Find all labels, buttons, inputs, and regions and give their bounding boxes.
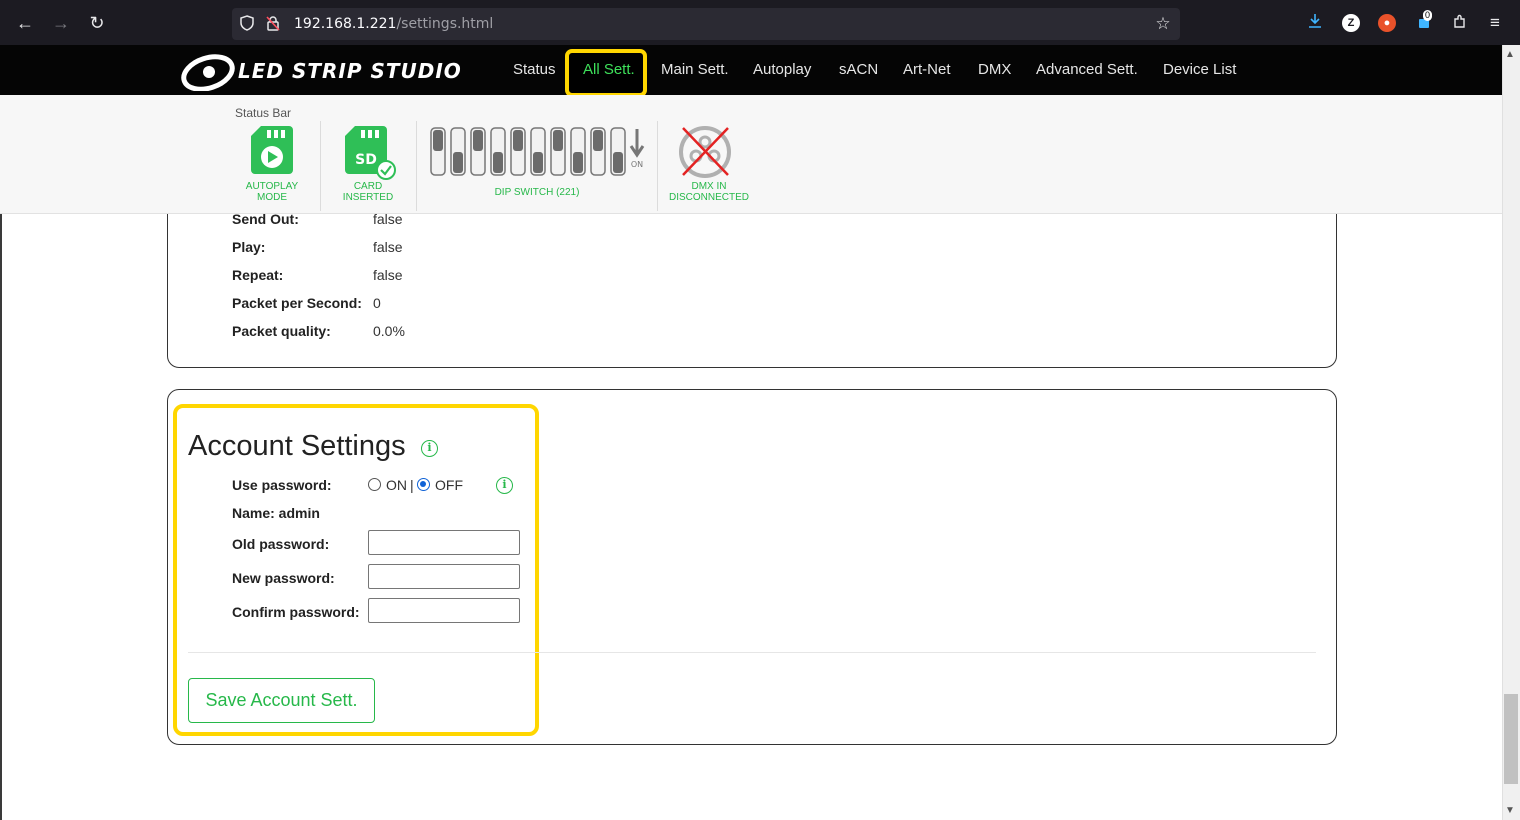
main-menu: Status All Sett. Main Sett. Autoplay sAC… <box>0 45 1502 95</box>
stat-value-packet-per-second: 0 <box>373 295 381 311</box>
status-bar: Status Bar AUTOPLAY MODE SD CARD INSERTE… <box>0 95 1502 214</box>
menu-item-device-list[interactable]: Device List <box>1163 61 1236 78</box>
card-caption-line1: CARD <box>353 181 383 192</box>
url-path: /settings.html <box>396 16 494 32</box>
scrollbar-thumb[interactable] <box>1504 694 1518 784</box>
dmx-disconnected-icon <box>679 126 731 178</box>
url-host: 192.168.1.221 <box>294 16 397 32</box>
sd-card-icon: SD <box>345 126 396 180</box>
name-label: Name: admin <box>232 505 320 521</box>
stat-value-repeat: false <box>373 267 403 283</box>
card-caption: CARD INSERTED <box>333 181 403 203</box>
menu-item-status[interactable]: Status <box>513 61 556 78</box>
browser-toolbar: ← → ↻ 192.168.1.221/settings.html ☆ Z ● … <box>0 0 1520 45</box>
download-icon[interactable] <box>1305 13 1325 33</box>
autoplay-card-icon <box>251 126 293 174</box>
dip-switch-caption: DIP SWITCH (221) <box>494 187 580 198</box>
menu-item-sacn[interactable]: sACN <box>839 61 878 78</box>
password-off-label[interactable]: OFF <box>435 477 463 493</box>
autoplay-caption-line2: MODE <box>257 192 287 203</box>
dip-switch-icon: ON <box>430 127 645 176</box>
form-separator <box>188 652 1316 653</box>
menu-item-main-settings[interactable]: Main Sett. <box>661 61 729 78</box>
forward-icon[interactable]: → <box>50 12 72 34</box>
dmx-caption-line1: DMX IN <box>691 181 727 192</box>
autoplay-caption: AUTOPLAY MODE <box>236 181 308 203</box>
old-password-label: Old password: <box>232 536 330 552</box>
extension-badge-icon[interactable]: 0 <box>1414 10 1434 33</box>
menu-item-art-net[interactable]: Art-Net <box>903 61 951 78</box>
stat-label-repeat: Repeat: <box>232 267 284 283</box>
password-off-radio[interactable] <box>417 478 430 491</box>
password-on-radio[interactable] <box>368 478 381 491</box>
use-password-label: Use password: <box>232 477 332 493</box>
menu-item-all-settings[interactable]: All Sett. <box>583 61 635 78</box>
password-on-label[interactable]: ON <box>386 477 407 493</box>
radio-separator: | <box>410 477 414 493</box>
stat-value-packet-quality: 0.0% <box>373 323 405 339</box>
account-settings-title: Account Settings <box>188 430 406 462</box>
stat-label-packet-quality: Packet quality: <box>232 323 331 339</box>
back-icon[interactable]: ← <box>14 12 36 34</box>
old-password-input[interactable] <box>368 530 520 555</box>
stat-label-packet-per-second: Packet per Second: <box>232 295 362 311</box>
info-icon[interactable]: i <box>421 440 438 457</box>
dip-on-label: ON <box>631 160 643 169</box>
status-divider <box>416 121 417 211</box>
menu-hamburger-icon[interactable]: ≡ <box>1485 13 1505 33</box>
card-caption-line2: INSERTED <box>342 192 394 203</box>
menu-item-dmx[interactable]: DMX <box>978 61 1011 78</box>
status-bar-title: Status Bar <box>235 106 292 120</box>
url-bar[interactable]: 192.168.1.221/settings.html ☆ <box>232 8 1180 40</box>
url-text[interactable]: 192.168.1.221/settings.html <box>294 16 493 32</box>
status-divider <box>657 121 658 211</box>
scroll-up-icon[interactable]: ▲ <box>1505 49 1515 60</box>
menu-item-advanced-settings[interactable]: Advanced Sett. <box>1036 61 1138 78</box>
zotero-extension-icon[interactable]: Z <box>1342 14 1360 32</box>
dmx-caption-line2: DISCONNECTED <box>668 192 749 203</box>
shield-icon[interactable] <box>238 15 256 33</box>
sd-card-icon-text: SD <box>355 152 377 168</box>
stat-label-play: Play: <box>232 239 266 255</box>
save-account-button[interactable]: Save Account Sett. <box>188 678 375 723</box>
dmx-caption: DMX IN DISCONNECTED <box>664 181 754 203</box>
insecure-lock-icon[interactable] <box>264 15 282 33</box>
duckduckgo-extension-icon[interactable]: ● <box>1378 14 1396 32</box>
menu-item-autoplay[interactable]: Autoplay <box>753 61 811 78</box>
extensions-puzzle-icon[interactable] <box>1450 13 1470 33</box>
extension-badge-count: 0 <box>1423 10 1433 21</box>
autoplay-caption-line1: AUTOPLAY <box>245 181 299 192</box>
scroll-down-icon[interactable]: ▼ <box>1505 805 1515 816</box>
new-password-input[interactable] <box>368 564 520 589</box>
new-password-label: New password: <box>232 570 335 586</box>
password-info-icon[interactable]: i <box>496 477 513 494</box>
reload-icon[interactable]: ↻ <box>86 12 108 34</box>
bookmark-star-icon[interactable]: ☆ <box>1154 15 1172 33</box>
status-divider <box>320 121 321 211</box>
stat-value-play: false <box>373 239 403 255</box>
confirm-password-label: Confirm password: <box>232 604 360 620</box>
confirm-password-input[interactable] <box>368 598 520 623</box>
